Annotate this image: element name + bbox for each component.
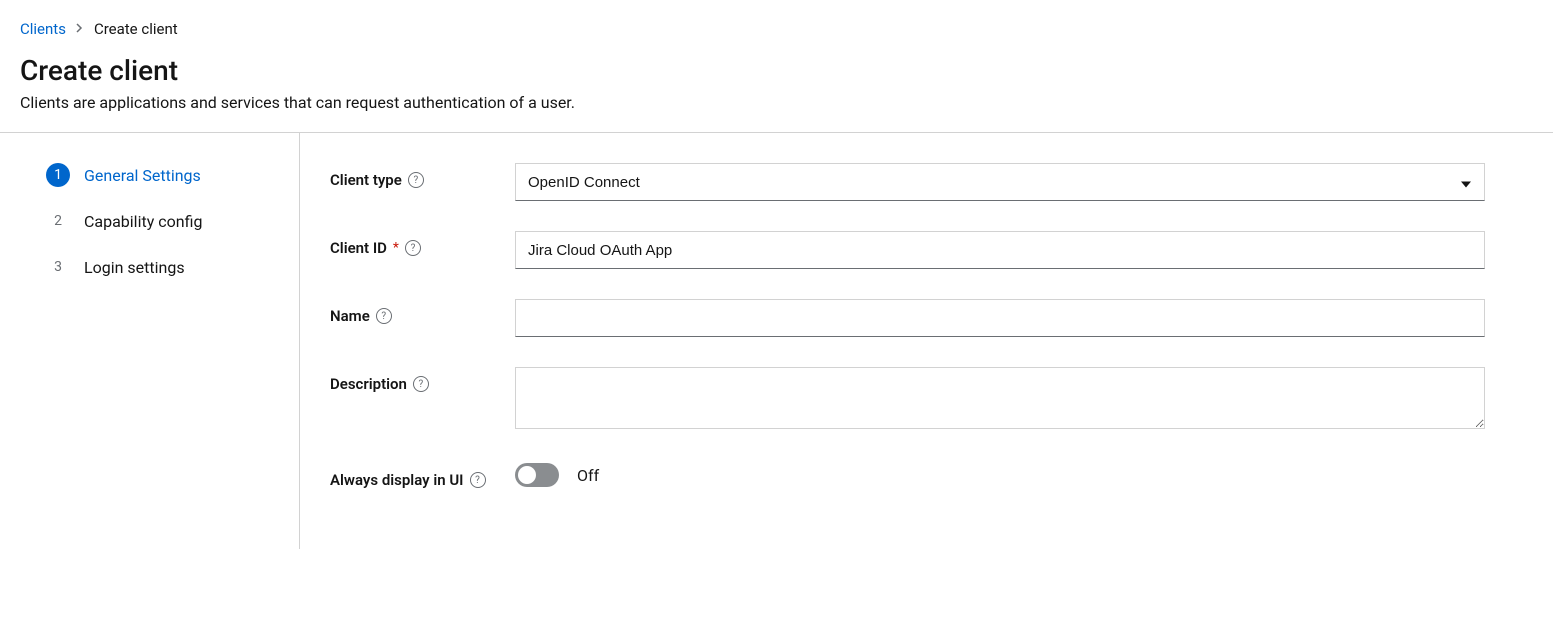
label-col: Name ? xyxy=(330,299,515,325)
step-label: General Settings xyxy=(84,166,201,185)
help-icon[interactable]: ? xyxy=(413,376,429,392)
description-textarea[interactable] xyxy=(515,367,1485,429)
name-label: Name xyxy=(330,307,370,325)
wizard-step-general-settings[interactable]: 1 General Settings xyxy=(46,163,279,187)
breadcrumb-link-clients[interactable]: Clients xyxy=(20,20,66,38)
page-header: Create client Clients are applications a… xyxy=(0,46,1553,132)
label-col: Description ? xyxy=(330,367,515,393)
row-client-type: Client type ? OpenID Connect xyxy=(330,163,1533,201)
toggle-knob xyxy=(518,466,536,484)
breadcrumb: Clients Create client xyxy=(0,0,1553,46)
step-label: Capability config xyxy=(84,212,202,231)
help-icon[interactable]: ? xyxy=(470,472,486,488)
row-description: Description ? xyxy=(330,367,1533,433)
wizard-step-login-settings[interactable]: 3 Login settings xyxy=(46,255,279,279)
step-label: Login settings xyxy=(84,258,185,277)
name-input[interactable] xyxy=(515,299,1485,337)
description-label: Description xyxy=(330,375,407,393)
always-display-toggle[interactable] xyxy=(515,463,559,487)
form-area: Client type ? OpenID Connect Client ID *… xyxy=(300,133,1533,549)
content-area: 1 General Settings 2 Capability config 3… xyxy=(0,133,1553,549)
label-col: Client ID * ? xyxy=(330,231,515,257)
wizard-steps: 1 General Settings 2 Capability config 3… xyxy=(20,133,300,549)
help-icon[interactable]: ? xyxy=(405,240,421,256)
help-icon[interactable]: ? xyxy=(376,308,392,324)
page-title: Create client xyxy=(20,54,1533,87)
client-id-input[interactable] xyxy=(515,231,1485,269)
toggle-status-text: Off xyxy=(577,466,599,485)
label-col: Client type ? xyxy=(330,163,515,189)
always-display-label: Always display in UI xyxy=(330,471,464,489)
row-always-display: Always display in UI ? Off xyxy=(330,463,1533,489)
control-col xyxy=(515,231,1485,269)
control-col: Off xyxy=(515,463,1485,487)
control-col: OpenID Connect xyxy=(515,163,1485,201)
chevron-right-icon xyxy=(76,22,84,36)
help-icon[interactable]: ? xyxy=(408,172,424,188)
required-asterisk: * xyxy=(393,240,399,256)
row-client-id: Client ID * ? xyxy=(330,231,1533,269)
page-subtitle: Clients are applications and services th… xyxy=(20,93,1533,112)
wizard-step-capability-config[interactable]: 2 Capability config xyxy=(46,209,279,233)
breadcrumb-current: Create client xyxy=(94,20,178,38)
row-name: Name ? xyxy=(330,299,1533,337)
step-number-badge: 2 xyxy=(46,209,70,233)
client-type-label: Client type xyxy=(330,171,402,189)
client-type-select[interactable]: OpenID Connect xyxy=(515,163,1485,201)
client-id-label: Client ID xyxy=(330,239,387,257)
control-col xyxy=(515,367,1485,433)
step-number-badge: 3 xyxy=(46,255,70,279)
label-col: Always display in UI ? xyxy=(330,463,515,489)
control-col xyxy=(515,299,1485,337)
step-number-badge: 1 xyxy=(46,163,70,187)
select-wrapper: OpenID Connect xyxy=(515,163,1485,201)
